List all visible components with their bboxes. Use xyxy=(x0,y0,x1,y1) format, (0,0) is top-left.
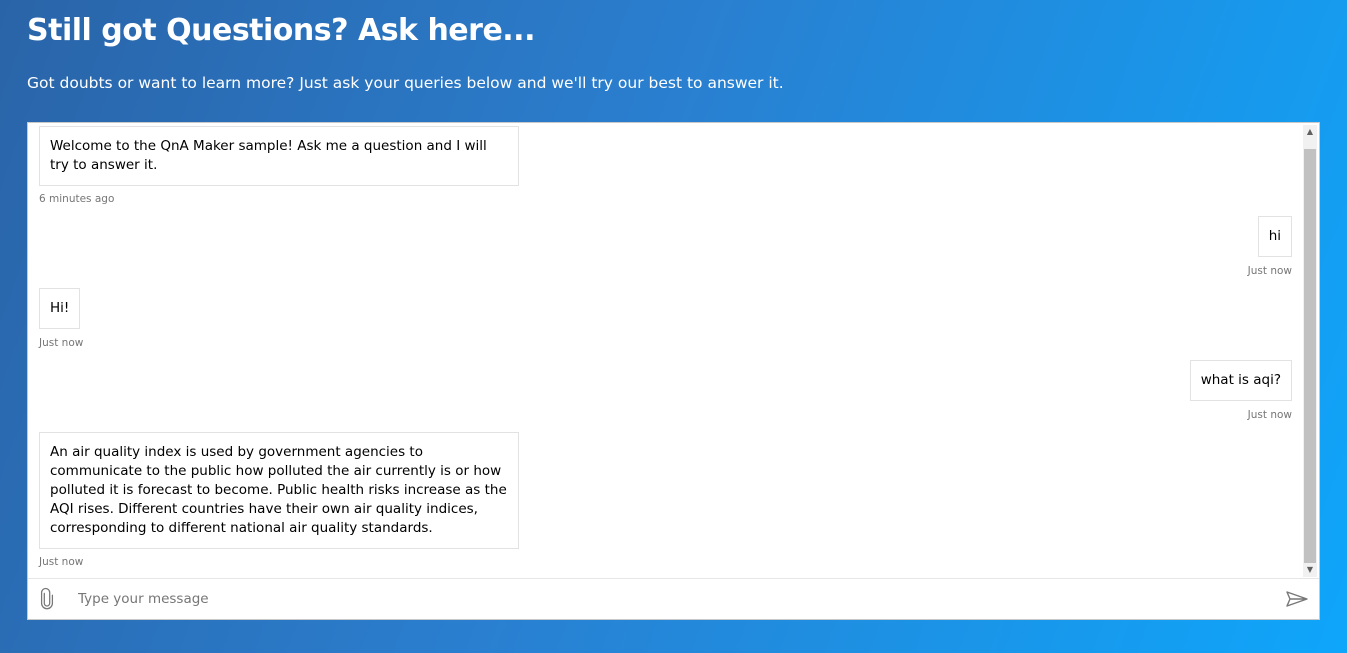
message-timestamp: Just now xyxy=(1247,265,1292,277)
page-subtitle: Got doubts or want to learn more? Just a… xyxy=(27,74,784,92)
scroll-thumb[interactable] xyxy=(1304,149,1316,563)
attach-button[interactable] xyxy=(38,587,58,611)
message-input-bar xyxy=(28,578,1319,619)
scroll-up-arrow-icon[interactable]: ▲ xyxy=(1303,125,1317,139)
chat-transcript[interactable]: Welcome to the QnA Maker sample! Ask me … xyxy=(28,123,1303,579)
send-button[interactable] xyxy=(1285,587,1309,611)
send-icon xyxy=(1286,591,1308,607)
user-message: hi xyxy=(1257,216,1292,257)
transcript-scrollbar[interactable]: ▲ ▼ xyxy=(1303,125,1317,577)
bot-message: Welcome to the QnA Maker sample! Ask me … xyxy=(39,126,519,186)
message-timestamp: 6 minutes ago xyxy=(39,193,115,205)
user-message: what is aqi? xyxy=(1189,360,1292,401)
bot-message: Hi! xyxy=(39,288,81,329)
page-title: Still got Questions? Ask here... xyxy=(27,13,535,48)
message-timestamp: Just now xyxy=(39,337,84,349)
message-timestamp: Just now xyxy=(39,556,84,568)
chat-widget: Welcome to the QnA Maker sample! Ask me … xyxy=(27,122,1320,620)
paperclip-icon xyxy=(40,587,54,610)
message-input[interactable] xyxy=(76,587,1270,611)
scroll-down-arrow-icon[interactable]: ▼ xyxy=(1303,563,1317,577)
bot-message: An air quality index is used by governme… xyxy=(39,432,519,549)
message-timestamp: Just now xyxy=(1247,409,1292,421)
